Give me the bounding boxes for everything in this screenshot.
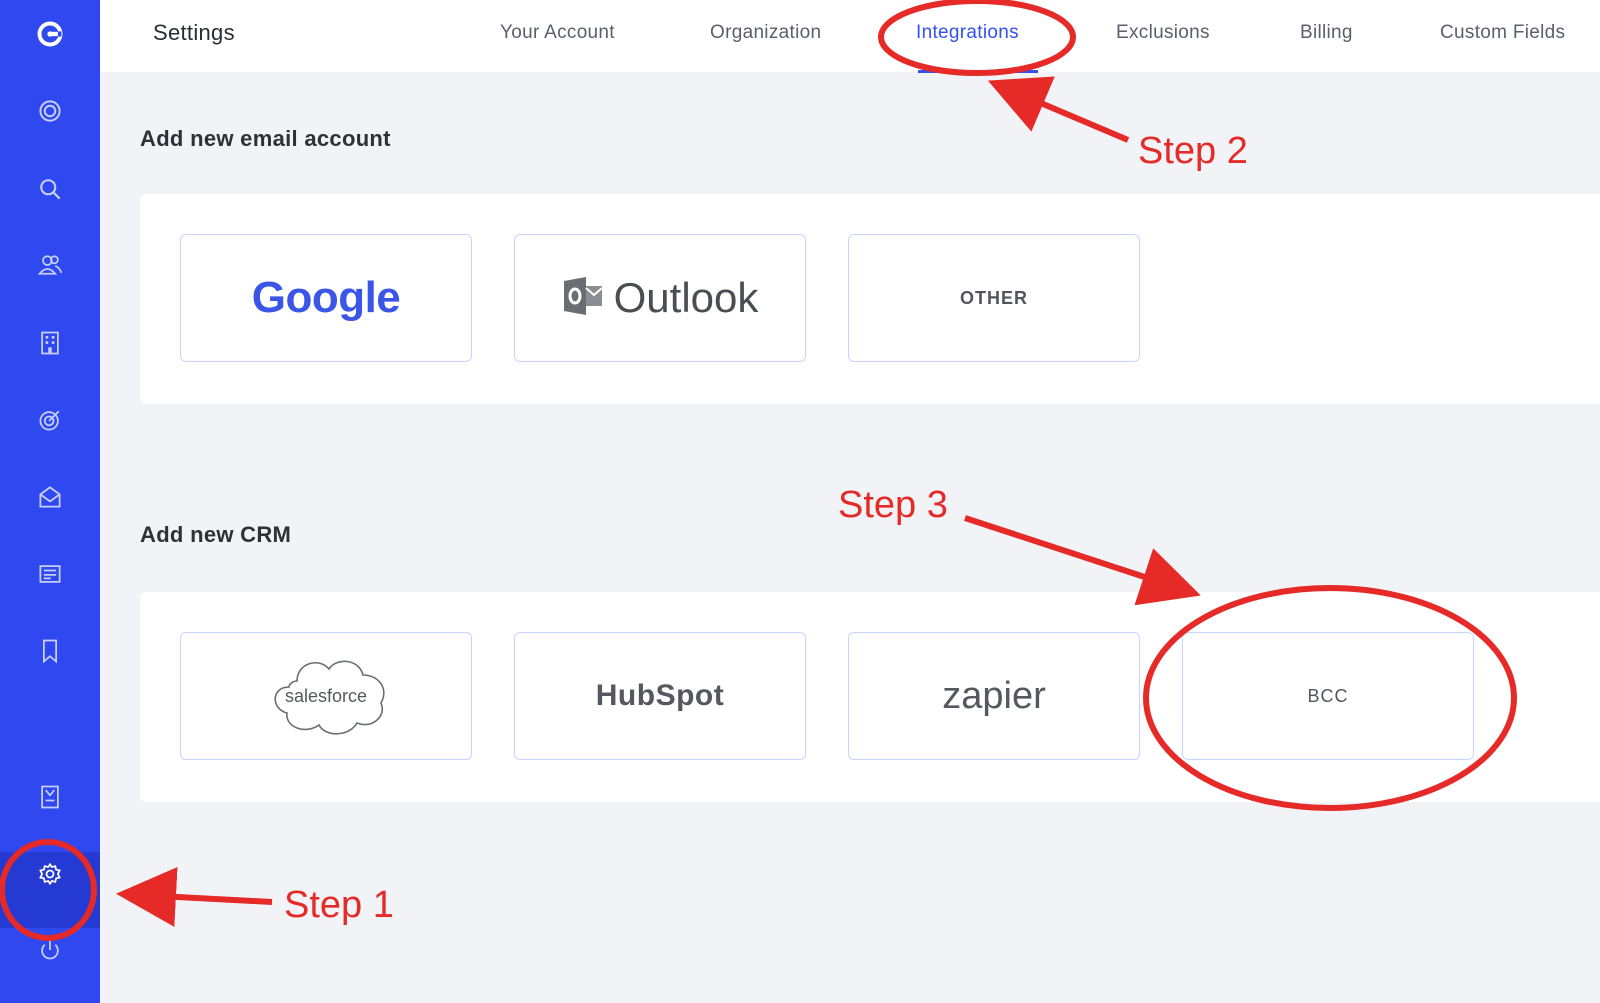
outlook-logo-text: Outlook [613,274,759,321]
zapier-card[interactable]: zapier [848,632,1140,760]
salesforce-card[interactable]: salesforce [180,632,472,760]
step2-label: Step 2 [1138,130,1248,172]
gear-icon[interactable] [34,858,66,890]
tab-billing[interactable]: Billing [1300,22,1353,44]
bcc-card[interactable]: BCC [1182,632,1474,760]
power-icon[interactable] [34,934,66,966]
google-logo: Google [251,273,401,322]
sidebar [0,0,100,1003]
outlook-icon [562,275,604,322]
salesforce-logo-text: salesforce [284,685,368,706]
crm-section-heading: Add new CRM [140,522,292,547]
step3-label: Step 3 [838,484,948,526]
step1-label: Step 1 [284,884,394,926]
active-tab-indicator [918,70,1038,73]
email-icon[interactable] [34,481,66,513]
tab-your-account[interactable]: Your Account [500,22,615,44]
tab-exclusions[interactable]: Exclusions [1116,22,1210,44]
settings-header: Settings Your Account Organization Integ… [100,0,1600,72]
other-email-card[interactable]: OTHER [848,234,1140,362]
bookmark-icon[interactable] [34,635,66,667]
companies-icon[interactable] [34,327,66,359]
search-icon[interactable] [34,173,66,205]
logo-icon[interactable] [34,18,66,50]
hubspot-logo: HubSpot [595,679,725,712]
zapier-logo: zapier [942,674,1046,717]
reports-icon[interactable] [34,781,66,813]
page-title: Settings [153,20,235,45]
contacts-icon[interactable] [34,249,66,281]
target-icon[interactable] [34,404,66,436]
tab-organization[interactable]: Organization [710,22,821,44]
tab-custom-fields[interactable]: Custom Fields [1440,22,1565,44]
hubspot-card[interactable]: HubSpot [514,632,806,760]
step2-arrow [987,76,1130,143]
bcc-label: BCC [1307,685,1349,706]
dashboard-icon[interactable] [34,95,66,127]
outlook-card[interactable]: Outlook [514,234,806,362]
other-label: OTHER [960,287,1028,308]
step3-arrow [964,515,1201,606]
step1-arrow [116,866,273,927]
tab-integrations[interactable]: Integrations [916,22,1019,44]
email-section-heading: Add new email account [140,126,391,151]
templates-icon[interactable] [34,558,66,590]
google-card[interactable]: Google [180,234,472,362]
